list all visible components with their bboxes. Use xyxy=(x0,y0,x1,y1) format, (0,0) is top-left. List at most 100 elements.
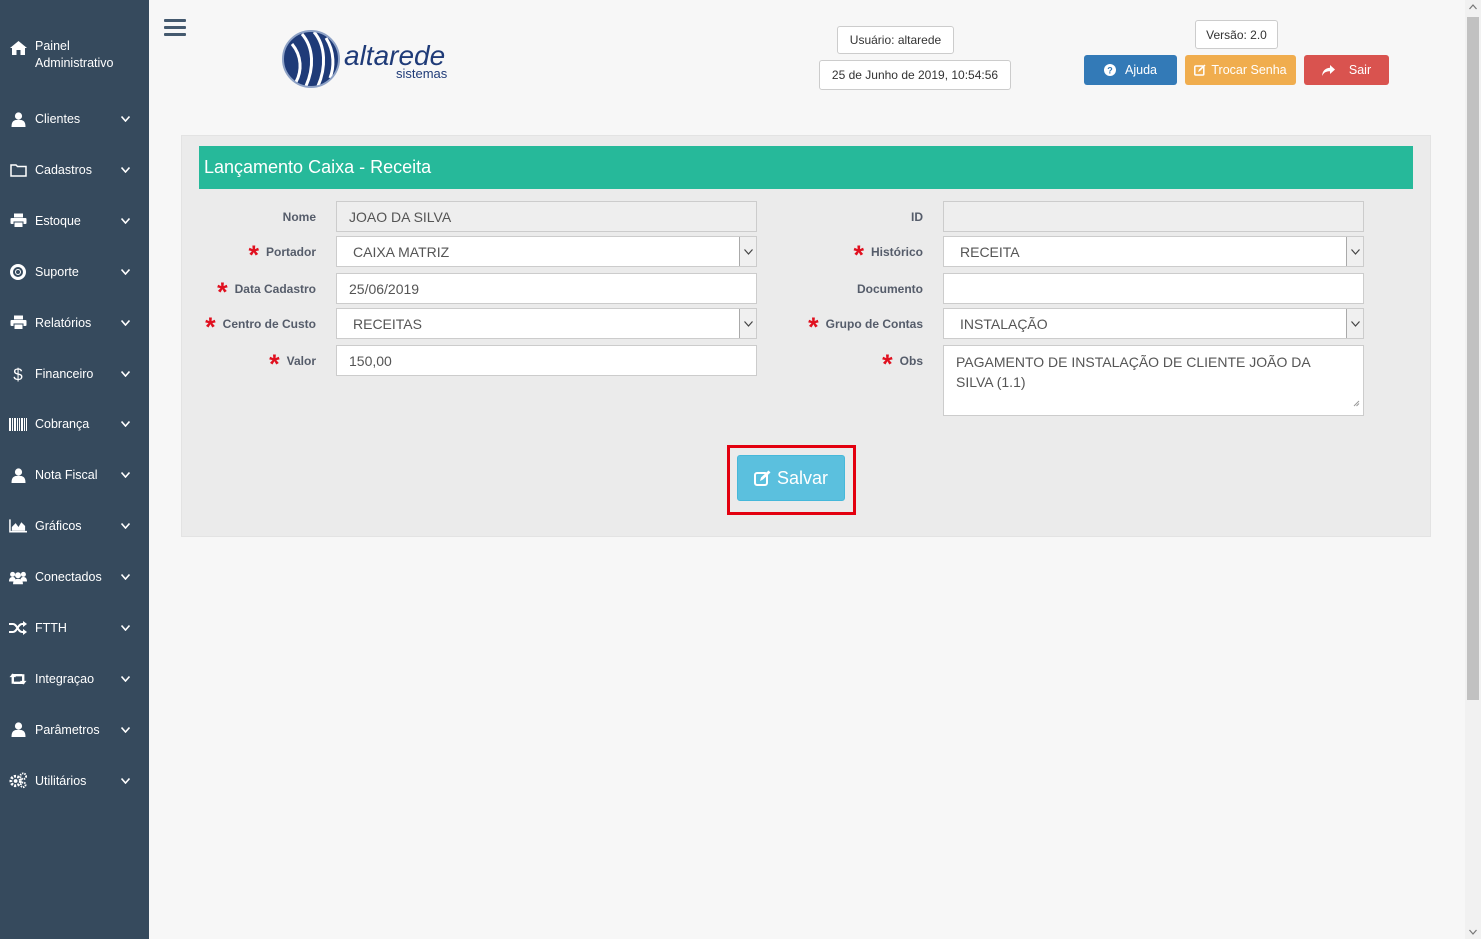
portador-value: CAIXA MATRIZ xyxy=(353,243,450,260)
sidebar-item-suporte[interactable]: Suporte xyxy=(0,252,149,292)
menu-toggle-button[interactable] xyxy=(164,19,186,37)
scroll-down-arrow-icon[interactable] xyxy=(1469,929,1477,935)
edit-icon xyxy=(1194,64,1206,76)
chevron-down-icon xyxy=(121,421,131,428)
chevron-down-icon xyxy=(121,268,131,275)
sidebar-item-cadastros[interactable]: Cadastros xyxy=(0,150,149,190)
logo-globe-icon xyxy=(282,30,340,88)
chevron-down-icon xyxy=(121,217,131,224)
obs-label: * Obs xyxy=(882,349,923,379)
grupo-contas-value: INSTALAÇÃO xyxy=(960,315,1048,332)
chevron-down-icon xyxy=(739,237,756,266)
required-asterisk: * xyxy=(248,240,259,270)
area-chart-icon xyxy=(9,519,27,533)
share-arrow-icon xyxy=(1321,64,1335,76)
sidebar-item-label: FTTH xyxy=(35,621,67,635)
chevron-down-icon xyxy=(121,116,131,122)
chevron-down-icon xyxy=(121,726,131,733)
nome-field[interactable]: JOAO DA SILVA xyxy=(336,201,757,232)
sidebar-item-graficos[interactable]: Gráficos xyxy=(0,506,149,546)
users-icon xyxy=(9,570,27,585)
portador-select[interactable]: CAIXA MATRIZ xyxy=(336,236,757,267)
chevron-down-icon xyxy=(121,523,131,530)
version-info: Versão: 2.0 xyxy=(1195,20,1278,49)
sidebar-item-label: Estoque xyxy=(35,213,81,228)
required-asterisk: * xyxy=(217,277,228,307)
required-asterisk: * xyxy=(205,312,216,342)
user-icon xyxy=(9,111,27,127)
random-icon xyxy=(9,621,27,635)
sidebar-item-integracao[interactable]: Integraçao xyxy=(0,659,149,699)
user-icon xyxy=(9,722,27,738)
sidebar-item-financeiro[interactable]: $ Financeiro xyxy=(0,354,149,394)
obs-textarea[interactable]: PAGAMENTO DE INSTALAÇÃO DE CLIENTE JOÃO … xyxy=(943,345,1364,416)
sidebar-item-cobranca[interactable]: Cobrança xyxy=(0,404,149,444)
data-cadastro-label: * Data Cadastro xyxy=(217,277,316,307)
hamburger-bar xyxy=(164,19,186,22)
sidebar-item-ftth[interactable]: FTTH xyxy=(0,608,149,648)
sidebar-item-estoque[interactable]: Estoque xyxy=(0,201,149,241)
change-password-label: Trocar Senha xyxy=(1211,63,1287,77)
chevron-down-icon xyxy=(121,166,131,173)
change-password-button[interactable]: Trocar Senha xyxy=(1185,55,1296,85)
chevron-down-icon xyxy=(121,319,131,326)
sidebar-item-painel-administrativo[interactable]: Painel Administrativo xyxy=(0,38,149,78)
resize-grip-icon[interactable] xyxy=(1353,392,1360,412)
sidebar-item-nota-fiscal[interactable]: Nota Fiscal xyxy=(0,455,149,495)
help-button[interactable]: ? Ajuda xyxy=(1084,55,1177,85)
cogs-icon xyxy=(9,772,27,789)
user-info: Usuário: altarede xyxy=(837,26,954,54)
print-icon xyxy=(9,315,27,331)
centro-custo-select[interactable]: RECEITAS xyxy=(336,308,757,339)
save-label: Salvar xyxy=(776,467,829,488)
data-cadastro-field[interactable]: 25/06/2019 xyxy=(336,273,757,304)
sidebar-item-label: Nota Fiscal xyxy=(35,468,98,483)
sidebar-item-label: Integraçao xyxy=(35,671,95,686)
chevron-down-icon xyxy=(121,675,131,682)
datetime-info: 25 de Junho de 2019, 10:54:56 xyxy=(819,60,1011,90)
required-asterisk: * xyxy=(269,349,280,379)
save-button[interactable]: Salvar xyxy=(737,455,845,501)
sidebar-item-label: Parâmetros xyxy=(35,722,100,737)
sidebar-item-relatorios[interactable]: Relatórios xyxy=(0,303,149,343)
sidebar-item-label: Financeiro xyxy=(35,366,94,381)
centro-custo-value: RECEITAS xyxy=(353,315,422,332)
obs-value: PAGAMENTO DE INSTALAÇÃO DE CLIENTE JOÃO … xyxy=(956,354,1310,390)
required-asterisk: * xyxy=(808,312,819,342)
grupo-contas-select[interactable]: INSTALAÇÃO xyxy=(943,308,1364,339)
edit-icon xyxy=(753,470,771,487)
id-field[interactable] xyxy=(943,201,1364,232)
lifebuoy-icon xyxy=(9,263,27,280)
user-icon xyxy=(9,468,27,483)
retweet-icon xyxy=(9,672,27,686)
historico-select[interactable]: RECEITA xyxy=(943,236,1364,267)
logo-sub: sistemas xyxy=(396,66,448,81)
scroll-up-arrow-icon[interactable] xyxy=(1469,4,1477,10)
exit-button[interactable]: Sair xyxy=(1304,55,1389,85)
sidebar-item-utilitarios[interactable]: Utilitários xyxy=(0,761,149,801)
dollar-icon: $ xyxy=(9,365,27,383)
centro-custo-label: * Centro de Custo xyxy=(205,312,316,342)
scrollbar-thumb[interactable] xyxy=(1467,17,1479,700)
id-label: ID xyxy=(911,210,923,224)
sidebar-item-label: Conectados xyxy=(35,570,102,585)
sidebar-home-label-line1: Painel xyxy=(35,39,70,53)
logo: altarede sistemas xyxy=(280,26,465,92)
sidebar-item-clientes[interactable]: Clientes xyxy=(0,99,149,139)
documento-field[interactable] xyxy=(943,273,1364,304)
svg-text:?: ? xyxy=(1107,66,1113,76)
sidebar-item-label: Utilitários xyxy=(35,773,87,788)
hamburger-bar xyxy=(164,33,186,36)
historico-value: RECEITA xyxy=(960,243,1020,260)
sidebar-item-conectados[interactable]: Conectados xyxy=(0,557,149,597)
sidebar-item-label: Cobrança xyxy=(35,417,90,432)
print-icon xyxy=(9,213,27,229)
question-circle-icon: ? xyxy=(1104,64,1116,76)
sidebar-item-parametros[interactable]: Parâmetros xyxy=(0,710,149,750)
svg-text:$: $ xyxy=(13,365,23,383)
sidebar-item-label: Suporte xyxy=(35,264,79,279)
panel-title: Lançamento Caixa - Receita xyxy=(199,146,1413,189)
chevron-down-icon xyxy=(121,625,131,631)
sidebar-item-label: Clientes xyxy=(35,112,81,126)
valor-field[interactable]: 150,00 xyxy=(336,345,757,376)
